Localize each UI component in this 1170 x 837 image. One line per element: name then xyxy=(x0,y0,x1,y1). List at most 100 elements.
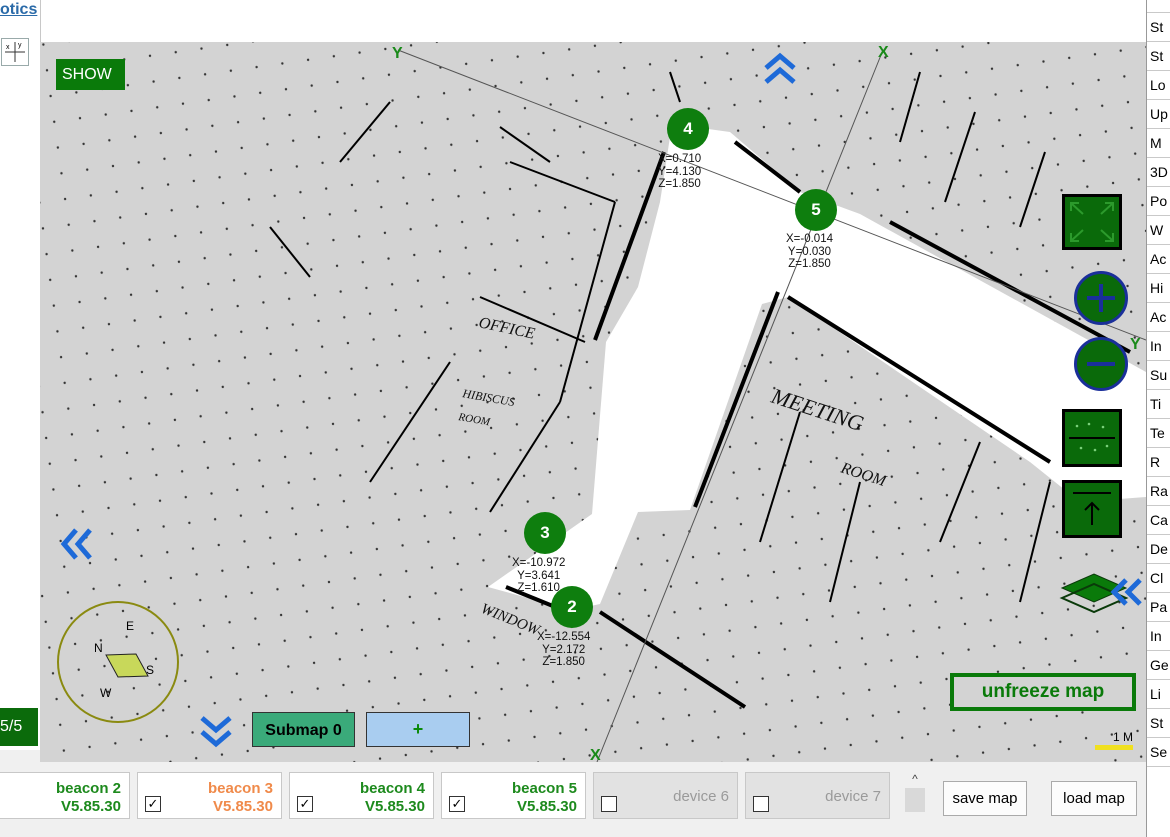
device-name: device 6 xyxy=(673,788,729,805)
scale-bar: 1 M xyxy=(1095,730,1133,750)
fullscreen-button[interactable] xyxy=(1062,194,1122,250)
device-card[interactable]: beacon 3 V5.85.30 ✓ xyxy=(137,772,282,819)
scale-label: 1 M xyxy=(1112,730,1133,744)
device-card[interactable]: beacon 5 V5.85.30 ✓ xyxy=(441,772,586,819)
scale-line xyxy=(1095,745,1133,750)
options-link[interactable]: otics xyxy=(0,1,37,19)
device-checkbox[interactable]: ✓ xyxy=(449,796,465,812)
axis-x-bottom-label: X xyxy=(590,747,601,762)
right-menu-item[interactable]: M xyxy=(1147,129,1170,158)
right-menu-item[interactable]: Te xyxy=(1147,419,1170,448)
svg-text:x: x xyxy=(6,44,10,51)
right-menu-item[interactable]: Ac xyxy=(1147,303,1170,332)
device-card[interactable]: device 7 xyxy=(745,772,890,819)
right-menu-item[interactable]: Po xyxy=(1147,187,1170,216)
beacon-4-z: Z=1.850 xyxy=(658,178,701,190)
right-menu-item[interactable]: In xyxy=(1147,622,1170,651)
plus-icon xyxy=(1087,284,1115,312)
beacon-4-y: Y=4.130 xyxy=(658,165,702,178)
compass-w: W xyxy=(100,686,112,700)
page-indicator: 5/5 xyxy=(0,708,38,746)
beacon-marker-3[interactable]: 3 xyxy=(524,512,566,554)
right-menu-item[interactable]: R xyxy=(1147,448,1170,477)
scroll-up-icon[interactable]: ^ xyxy=(905,772,925,786)
beacon-marker-5[interactable]: 5 xyxy=(795,189,837,231)
device-version: V5.85.30 xyxy=(516,798,577,815)
beacon-4-coords: X=0.710 Y=4.130 Z=1.850 xyxy=(658,153,701,191)
right-menu-item[interactable]: Ra xyxy=(1147,477,1170,506)
right-menu-item[interactable]: St xyxy=(1147,709,1170,738)
right-menu-item[interactable]: St xyxy=(1147,13,1170,42)
align-top-button[interactable] xyxy=(1062,480,1122,538)
right-menu-item[interactable]: In xyxy=(1147,332,1170,361)
compass-n: N xyxy=(94,641,103,655)
beacon-marker-2[interactable]: 2 xyxy=(551,586,593,628)
right-menu-item[interactable]: Hi xyxy=(1147,274,1170,303)
left-panel: otics xy 5/5 xyxy=(0,0,41,750)
show-button[interactable]: SHOW xyxy=(56,59,125,90)
beacon-2-z: Z=1.850 xyxy=(542,656,585,668)
arrow-up-bar-icon xyxy=(1073,492,1111,525)
load-map-button[interactable]: load map xyxy=(1051,781,1137,816)
compass-s: S xyxy=(146,663,154,677)
axes-icon[interactable]: xy xyxy=(1,38,29,66)
grid-toggle-button[interactable] xyxy=(1062,409,1122,467)
right-menu-item[interactable]: Ac xyxy=(1147,245,1170,274)
right-menu-item[interactable]: Cl xyxy=(1147,564,1170,593)
device-checkbox[interactable]: ✓ xyxy=(297,796,313,812)
device-card[interactable]: beacon 2V5.85.30✓ xyxy=(0,772,130,819)
map-drawing: Y X Y X OFFICE HIBISCUS ROOM MEETING ROO… xyxy=(40,42,1146,762)
beacon-4-x: X=0.710 xyxy=(658,153,702,165)
beacon-2-x: X=-12.554 xyxy=(537,631,591,643)
svg-text:y: y xyxy=(18,42,22,49)
beacon-5-x: X=-0.014 xyxy=(786,233,833,245)
beacon-5-coords: X=-0.014 Y=0.030 Z=1.850 xyxy=(786,233,833,271)
right-menu-item[interactable]: St xyxy=(1147,42,1170,71)
right-menu-item[interactable]: Ca xyxy=(1147,506,1170,535)
right-menu-item[interactable]: Se xyxy=(1147,738,1170,767)
right-menu-item[interactable]: W xyxy=(1147,216,1170,245)
device-name: beacon 5 xyxy=(511,780,577,797)
device-card[interactable]: beacon 4 V5.85.30 ✓ xyxy=(289,772,434,819)
add-submap-button[interactable]: + xyxy=(366,712,470,747)
right-menu-item[interactable]: De xyxy=(1147,535,1170,564)
beacon-5-z: Z=1.850 xyxy=(788,258,831,270)
grid-dots-icon xyxy=(1069,422,1115,452)
beacon-2-coords: X=-12.554 Y=2.172 Z=1.850 xyxy=(537,631,590,669)
minus-icon xyxy=(1087,362,1115,366)
device-checkbox[interactable]: ✓ xyxy=(145,796,161,812)
zoom-out-button[interactable] xyxy=(1074,337,1128,391)
right-menu-top xyxy=(1147,0,1170,13)
right-menu-item[interactable]: Li xyxy=(1147,680,1170,709)
top-toolbar xyxy=(0,0,1146,43)
device-strip: beacon 2V5.85.30✓beacon 3V5.85.30✓beacon… xyxy=(0,762,1146,837)
submap-button[interactable]: Submap 0 xyxy=(252,712,355,747)
beacon-3-y: Y=3.641 xyxy=(517,569,561,582)
device-version: V5.85.30 xyxy=(364,798,425,815)
device-checkbox[interactable] xyxy=(753,796,769,812)
beacon-5-y: Y=0.030 xyxy=(787,245,832,258)
unfreeze-map-button[interactable]: unfreeze map xyxy=(950,673,1136,711)
beacon-marker-4[interactable]: 4 xyxy=(667,108,709,150)
axis-x-top-label: X xyxy=(878,44,889,61)
device-card[interactable]: device 6 xyxy=(593,772,738,819)
right-menu-item[interactable]: 3D xyxy=(1147,158,1170,187)
right-menu-item[interactable]: Su xyxy=(1147,361,1170,390)
zoom-in-button[interactable] xyxy=(1074,271,1128,325)
axis-y-right-label: Y xyxy=(1130,336,1141,353)
scrollbar[interactable]: ^ xyxy=(905,772,925,824)
map-canvas[interactable]: Y X Y X OFFICE HIBISCUS ROOM MEETING ROO… xyxy=(40,42,1146,762)
device-checkbox[interactable] xyxy=(601,796,617,812)
right-menu-item[interactable]: Pa xyxy=(1147,593,1170,622)
scroll-thumb[interactable] xyxy=(905,788,925,812)
device-version: V5.85.30 xyxy=(212,798,273,815)
expand-icon xyxy=(1070,202,1114,242)
right-menu-item[interactable]: Up xyxy=(1147,100,1170,129)
beacon-3-x: X=-10.972 xyxy=(512,557,566,569)
right-menu-item[interactable]: Ti xyxy=(1147,390,1170,419)
right-menu-item[interactable]: Ge xyxy=(1147,651,1170,680)
compass-e: E xyxy=(126,619,134,633)
right-menu-item[interactable]: Lo xyxy=(1147,71,1170,100)
device-name: device 7 xyxy=(825,788,881,805)
save-map-button[interactable]: save map xyxy=(943,781,1027,816)
